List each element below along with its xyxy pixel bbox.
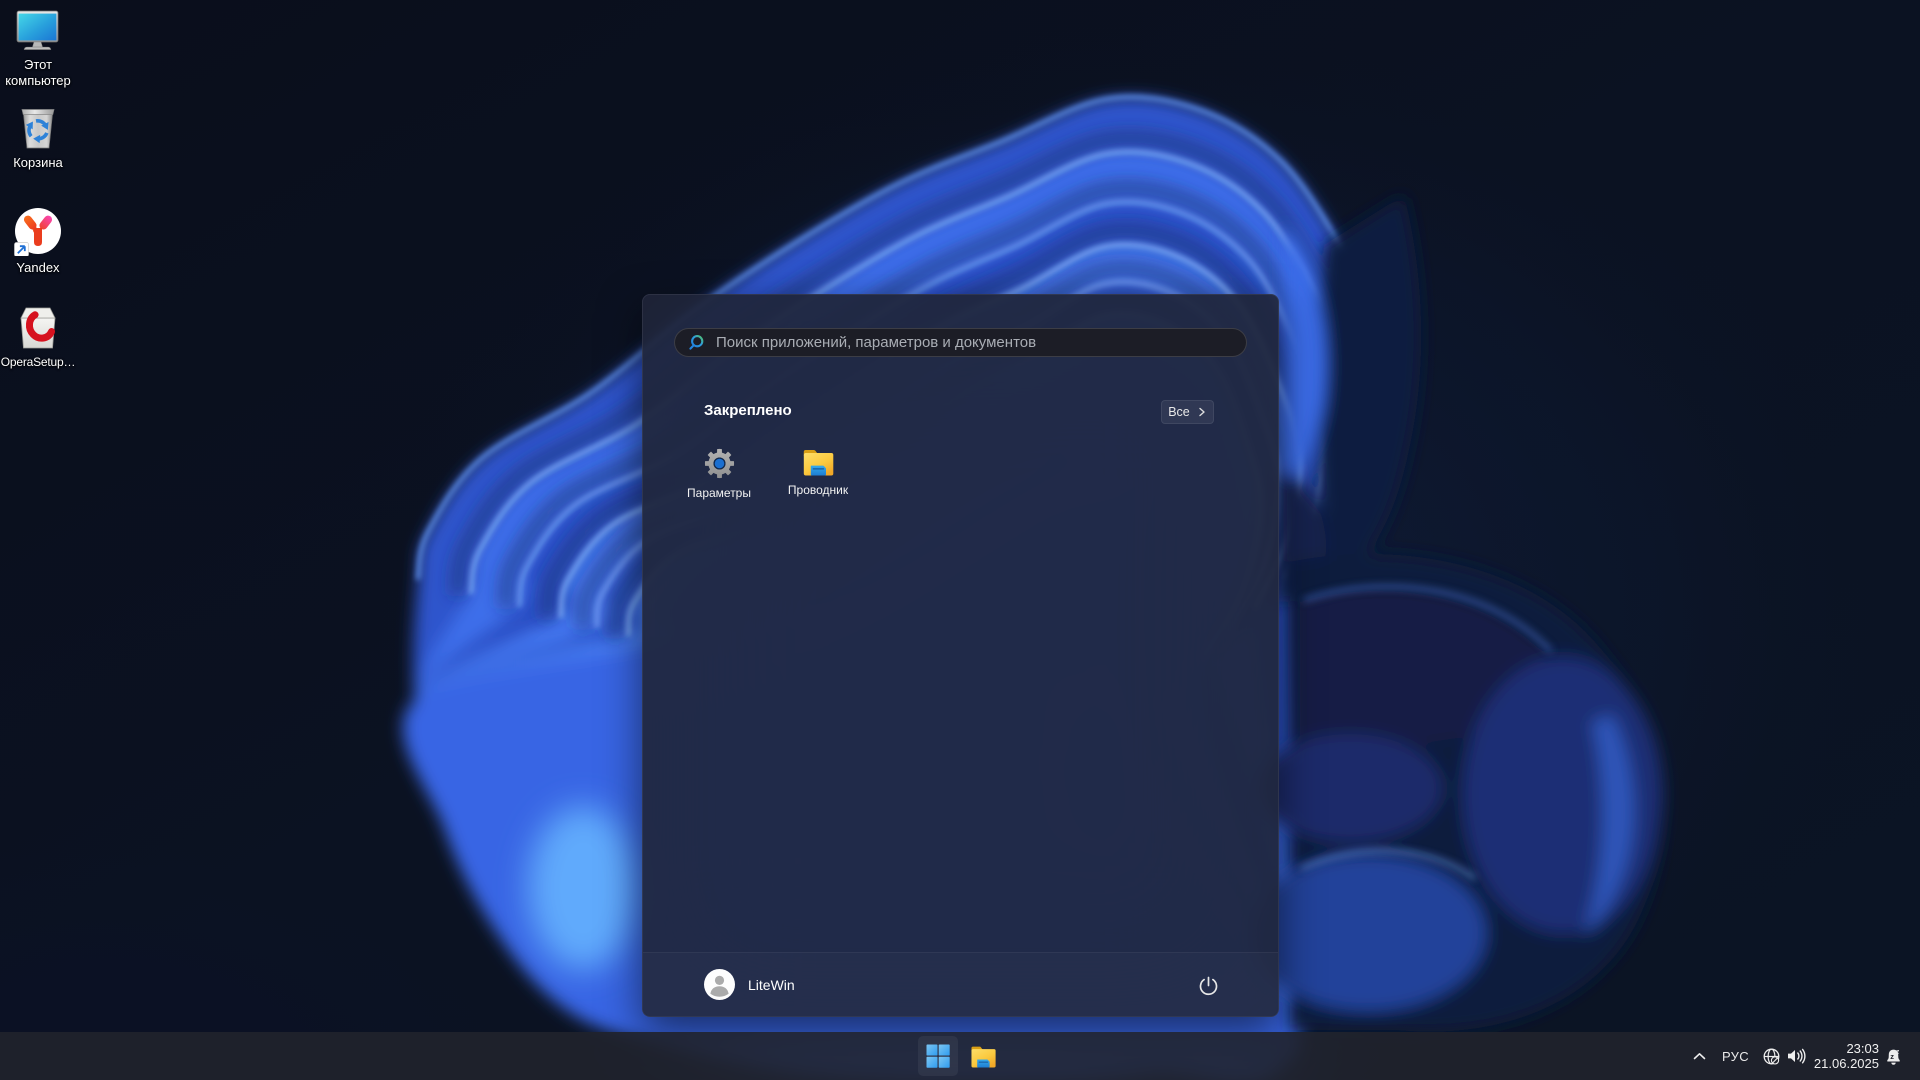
svg-text:z: z (1890, 1052, 1894, 1061)
svg-text:z: z (1896, 1049, 1899, 1055)
